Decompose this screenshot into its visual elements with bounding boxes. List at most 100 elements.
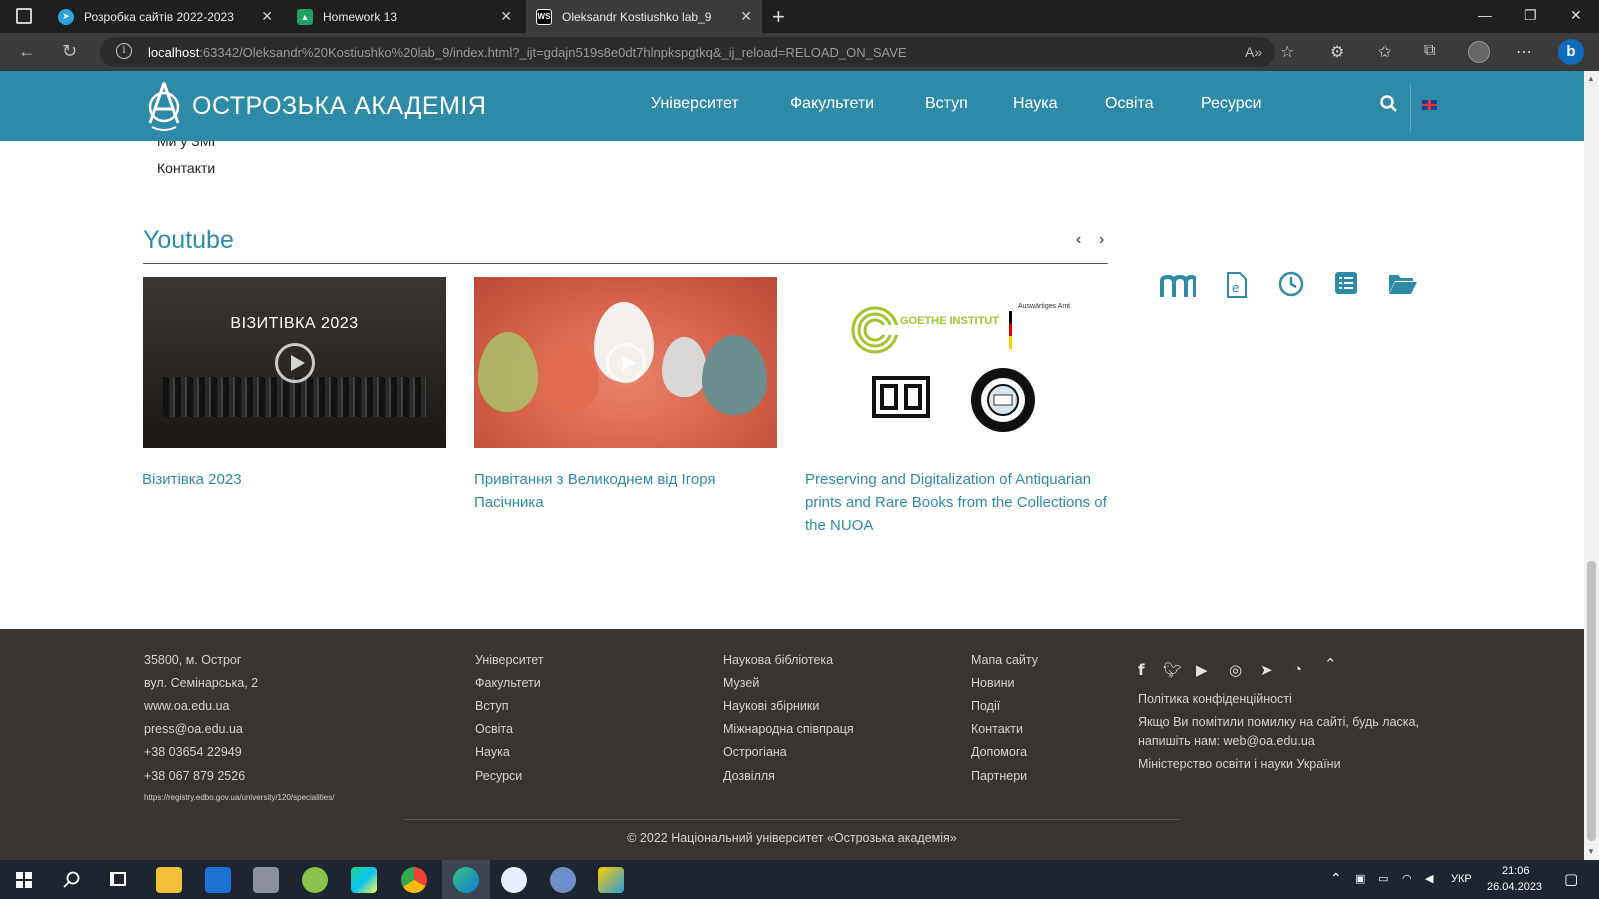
nav-university[interactable]: Університет (651, 95, 739, 113)
footer-registry-link[interactable]: https://registry.edbo.gov.ua/university/… (144, 793, 334, 802)
footer-link[interactable]: Контакти (971, 722, 1023, 736)
moodle-icon[interactable] (1160, 271, 1196, 299)
list-icon[interactable] (1334, 271, 1358, 295)
footer-link[interactable]: Вступ (475, 699, 508, 713)
footer-link[interactable]: Новини (971, 676, 1015, 690)
footer-website[interactable]: www.oa.edu.ua (144, 699, 229, 713)
site-logo[interactable]: ОСТРОЗЬКА АКАДЕМІЯ (144, 79, 486, 133)
footer-link[interactable]: Дозвілля (723, 769, 775, 783)
info-icon[interactable]: i (116, 43, 132, 59)
scrollbar-thumb[interactable] (1587, 561, 1596, 841)
app-icon[interactable] (598, 867, 624, 893)
clock-time[interactable]: 21:06 (1502, 865, 1530, 877)
notifications-icon[interactable]: ▢ (1564, 870, 1578, 888)
rss-icon[interactable]: ◔ (1293, 661, 1302, 678)
footer-link[interactable]: Острогіана (723, 745, 787, 759)
footer-link[interactable]: Факультети (475, 676, 541, 690)
footer-link[interactable]: Університет (475, 653, 544, 667)
next-arrow-icon[interactable]: › (1099, 231, 1104, 249)
battery-icon[interactable]: ▭ (1378, 872, 1388, 885)
search-icon[interactable] (1380, 95, 1398, 118)
footer-link[interactable]: Ресурси (475, 769, 522, 783)
read-aloud-icon[interactable]: A» (1245, 44, 1262, 60)
new-tab-icon[interactable]: + (772, 4, 785, 30)
webstorm-icon[interactable] (351, 867, 377, 893)
folder-open-icon[interactable] (1388, 271, 1418, 295)
minimize-icon[interactable]: — (1478, 7, 1492, 23)
meet-icon[interactable]: ▣ (1355, 872, 1365, 885)
wifi-icon[interactable]: ◠ (1402, 872, 1412, 885)
instagram-icon[interactable]: ◎ (1229, 661, 1242, 679)
footer-link[interactable]: Мапа сайту (971, 653, 1038, 667)
footer-link[interactable]: Наука (475, 745, 510, 759)
video-caption-1[interactable]: Візитівка 2023 (142, 468, 447, 491)
tab-lab9[interactable]: WS Oleksandr Kostiushko lab_9 ✕ (526, 0, 762, 33)
error-report-email[interactable]: напишіть нам: web@oa.edu.ua (1138, 734, 1315, 748)
windows-start-icon[interactable] (16, 872, 32, 888)
clock-icon[interactable] (1278, 271, 1304, 297)
nav-resources[interactable]: Ресурси (1201, 95, 1262, 113)
file-explorer-icon[interactable] (156, 867, 182, 893)
edge-icon[interactable] (453, 867, 479, 893)
tray-chevron-icon[interactable]: ⌃ (1330, 870, 1342, 887)
search-icon[interactable] (63, 871, 81, 889)
privacy-policy-link[interactable]: Політика конфіденційності (1138, 692, 1292, 706)
nav-education[interactable]: Освіта (1105, 95, 1154, 113)
extensions-icon[interactable]: ⚙ (1330, 42, 1344, 62)
prev-arrow-icon[interactable]: ‹ (1076, 231, 1081, 249)
vertical-scrollbar[interactable]: ▲ ▼ (1584, 71, 1599, 860)
nav-faculties[interactable]: Факультети (790, 95, 874, 113)
bing-icon[interactable]: b (1558, 39, 1584, 65)
video-thumbnail-3[interactable]: GOETHE INSTITUT Auswärtiges Amt (805, 277, 1108, 448)
footer-link[interactable]: Партнери (971, 769, 1027, 783)
footer-link[interactable]: Події (971, 699, 1000, 713)
input-language[interactable]: УКР (1451, 873, 1472, 885)
telegram-icon[interactable]: ➤ (1260, 661, 1273, 679)
scroll-down-icon[interactable]: ▼ (1587, 847, 1595, 856)
favorite-add-icon[interactable]: ☆ (1280, 42, 1294, 62)
footer-link[interactable]: Міжнародна співпраця (723, 722, 854, 736)
video-thumbnail-1[interactable]: ВІЗИТІВКА 2023 (143, 277, 446, 448)
side-link-contacts[interactable]: Контакти (157, 160, 215, 176)
ministry-link[interactable]: Міністерство освіти і науки України (1138, 757, 1341, 771)
task-view-icon[interactable] (110, 872, 126, 886)
footer-email[interactable]: press@oa.edu.ua (144, 722, 243, 736)
app-icon[interactable] (253, 867, 279, 893)
twitter-icon[interactable]: 🐦︎ (1163, 661, 1182, 679)
clock-date[interactable]: 26.04.2023 (1487, 881, 1542, 893)
footer-link[interactable]: Освіта (475, 722, 513, 736)
tab-actions-icon[interactable] (16, 8, 32, 24)
video-caption-3[interactable]: Preserving and Digitalization of Antiqua… (805, 468, 1110, 537)
avatar[interactable] (1468, 41, 1490, 63)
footer-link[interactable]: Наукова бібліотека (723, 653, 833, 667)
close-icon[interactable]: ✕ (261, 8, 273, 25)
close-icon[interactable]: ✕ (500, 8, 512, 25)
footer-phone-2[interactable]: +38 067 879 2526 (144, 769, 245, 783)
video-caption-2[interactable]: Привітання з Великоднем від Ігоря Пасічн… (474, 468, 779, 514)
close-window-icon[interactable]: ✕ (1570, 7, 1582, 24)
restore-icon[interactable]: ❐ (1524, 7, 1537, 24)
r-app-icon[interactable] (550, 867, 576, 893)
youtube-icon[interactable]: ▶ (1196, 661, 1208, 679)
play-icon[interactable] (605, 342, 646, 383)
store-icon[interactable] (205, 867, 231, 893)
footer-link[interactable]: Музей (723, 676, 759, 690)
reload-icon[interactable]: ↻ (62, 41, 77, 62)
scroll-up-icon[interactable]: ▲ (1587, 74, 1595, 83)
nav-admission[interactable]: Вступ (925, 95, 968, 113)
chevron-up-icon[interactable]: ⌃ (1324, 655, 1337, 673)
favorites-icon[interactable]: ✩ (1378, 42, 1391, 62)
more-icon[interactable]: ⋯ (1516, 42, 1532, 62)
address-bar[interactable]: i localhost:63342/Oleksandr%20Kostiushko… (100, 37, 1275, 67)
play-icon[interactable] (274, 342, 315, 383)
app-icon[interactable] (501, 867, 527, 893)
url-text[interactable]: localhost:63342/Oleksandr%20Kostiushko%2… (148, 45, 907, 60)
facebook-icon[interactable]: f (1138, 661, 1145, 679)
video-thumbnail-2[interactable] (474, 277, 777, 448)
nav-science[interactable]: Наука (1013, 95, 1058, 113)
footer-phone-1[interactable]: +38 03654 22949 (144, 745, 242, 759)
tab-homework[interactable]: ▲ Homework 13 ✕ (287, 0, 522, 33)
back-icon[interactable]: ← (18, 41, 36, 62)
english-flag-icon[interactable] (1422, 100, 1437, 110)
volume-icon[interactable]: ◀ (1425, 872, 1433, 885)
